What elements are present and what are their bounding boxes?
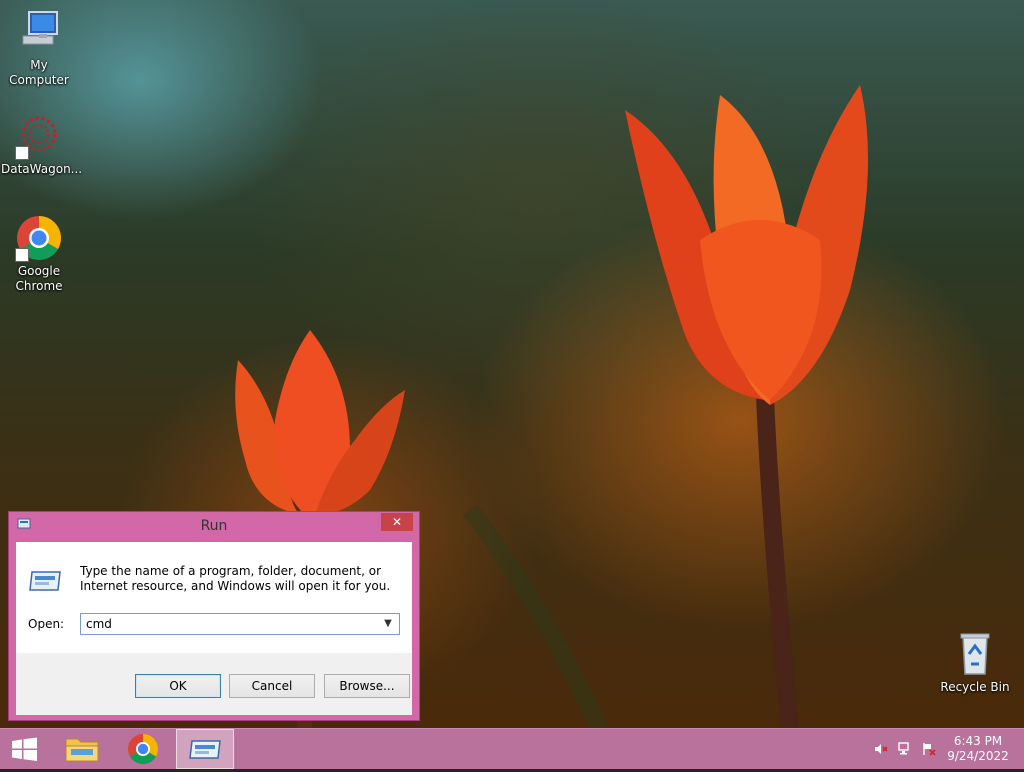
label-line: Chrome xyxy=(15,279,63,293)
datawagon-icon xyxy=(15,112,63,160)
taskbar-file-explorer[interactable] xyxy=(54,729,110,769)
run-icon xyxy=(28,568,62,594)
recycle-bin-icon xyxy=(951,630,999,678)
ok-button[interactable]: OK xyxy=(135,674,221,698)
label-line: Google xyxy=(17,264,61,278)
run-icon xyxy=(189,740,221,759)
clock-date: 9/24/2022 xyxy=(947,749,1009,763)
chevron-down-icon[interactable]: ▼ xyxy=(379,615,397,633)
desktop-icon-my-computer[interactable]: My Computer xyxy=(1,8,77,88)
computer-icon xyxy=(15,8,63,56)
desktop-icon-label: My Computer xyxy=(9,58,69,87)
desktop-icon-google-chrome[interactable]: Google Chrome xyxy=(1,214,77,294)
open-input[interactable] xyxy=(81,614,381,634)
dialog-title: Run xyxy=(200,518,228,534)
chrome-icon xyxy=(15,214,63,262)
run-description: Type the name of a program, folder, docu… xyxy=(80,564,391,593)
close-button[interactable]: ✕ xyxy=(381,513,413,531)
close-icon: ✕ xyxy=(391,515,403,529)
shortcut-arrow-icon xyxy=(15,146,29,160)
folder-icon xyxy=(65,738,99,762)
taskbar-google-chrome[interactable] xyxy=(115,729,171,769)
desktop-icon-datawagon[interactable]: DataWagon... xyxy=(1,112,83,177)
shortcut-arrow-icon xyxy=(15,248,29,262)
run-titlebar[interactable]: Run ✕ xyxy=(9,512,419,540)
browse-button[interactable]: Browse... xyxy=(324,674,410,698)
windows-logo-icon xyxy=(12,737,37,761)
network-icon[interactable] xyxy=(898,742,912,756)
speaker-muted-icon[interactable] xyxy=(874,742,888,756)
chrome-icon xyxy=(128,734,159,765)
desktop-icon-label: Recycle Bin xyxy=(940,680,1010,694)
open-combobox[interactable]: ▼ xyxy=(80,613,400,635)
action-center-icon[interactable] xyxy=(922,742,936,756)
run-dialog: Run ✕ Type the name of a program, folder… xyxy=(8,511,420,721)
desktop-icon-label: Google Chrome xyxy=(1,264,77,294)
clock-time: 6:43 PM xyxy=(953,734,1003,748)
open-label: Open: xyxy=(28,617,65,631)
taskbar-clock[interactable]: 6:43 PM 9/24/2022 xyxy=(946,734,1010,764)
start-button[interactable] xyxy=(0,729,50,769)
taskbar-run[interactable] xyxy=(176,729,234,769)
run-dialog-body: Type the name of a program, folder, docu… xyxy=(16,542,412,715)
cancel-button[interactable]: Cancel xyxy=(229,674,315,698)
desktop-icon-label: DataWagon... xyxy=(1,162,83,176)
taskbar: 6:43 PM 9/24/2022 xyxy=(0,728,1024,769)
desktop-icon-recycle-bin[interactable]: Recycle Bin xyxy=(937,630,1013,695)
